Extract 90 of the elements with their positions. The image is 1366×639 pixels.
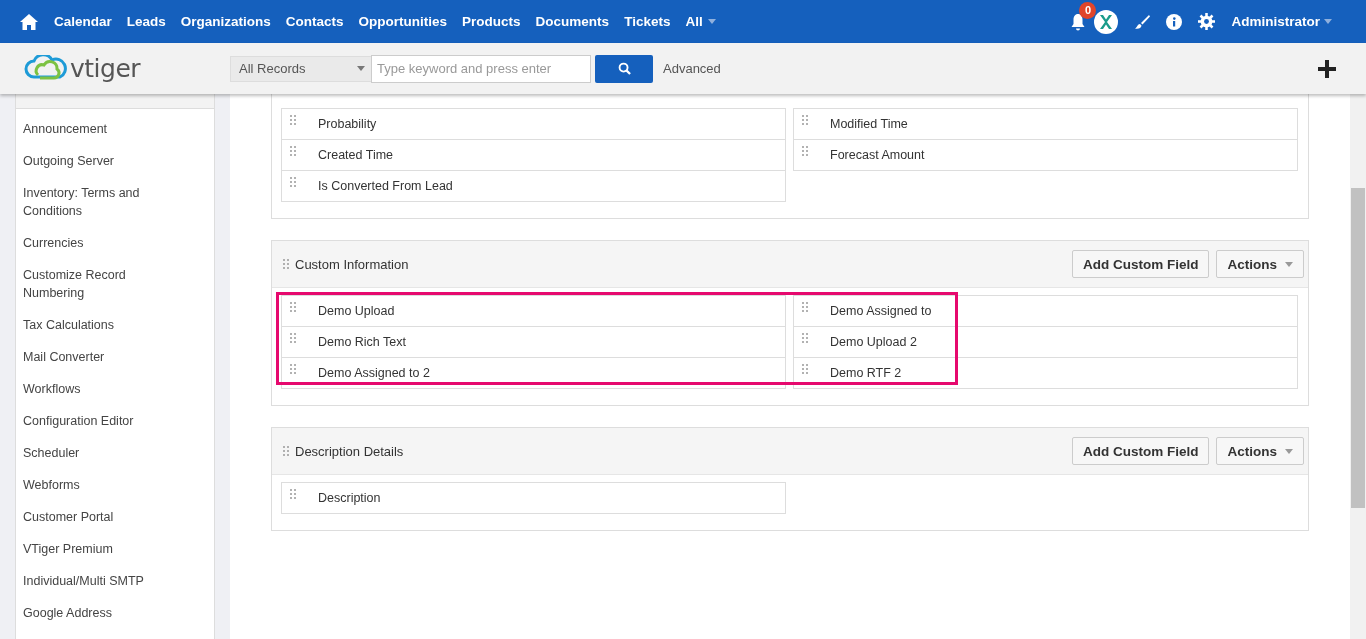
caret-icon xyxy=(357,66,365,71)
field-label: Demo Upload xyxy=(318,304,395,318)
field-row[interactable]: Demo Upload 2 xyxy=(793,326,1298,358)
sidebar-item[interactable]: Workflows xyxy=(16,380,214,398)
drag-handle-icon[interactable] xyxy=(290,364,296,374)
field-label: Demo Upload 2 xyxy=(830,335,917,349)
nav-link[interactable]: All xyxy=(685,14,703,29)
drag-handle-icon[interactable] xyxy=(802,333,808,343)
nav-link[interactable]: Products xyxy=(462,14,521,29)
sidebar-item[interactable]: Google Address xyxy=(16,604,214,622)
caret-icon xyxy=(707,19,716,24)
brush-icon[interactable] xyxy=(1134,13,1151,30)
field-row[interactable]: Demo RTF 2 xyxy=(793,357,1298,389)
bell-icon[interactable] xyxy=(1070,12,1087,31)
nav-link[interactable]: Organizations xyxy=(180,14,271,29)
nav-link[interactable]: Documents xyxy=(535,14,610,29)
nav-link[interactable]: Opportunities xyxy=(358,14,448,29)
notification-badge: 0 xyxy=(1079,1,1097,19)
field-row[interactable]: Created Time xyxy=(281,139,786,171)
field-label: Description xyxy=(318,491,381,505)
field-label: Is Converted From Lead xyxy=(318,179,453,193)
caret-icon xyxy=(1285,261,1293,267)
drag-handle-icon[interactable] xyxy=(290,302,296,312)
sidebar-item[interactable]: Configuration Editor xyxy=(16,412,214,430)
field-row[interactable]: Description xyxy=(281,482,786,514)
drag-handle-icon[interactable] xyxy=(802,115,808,125)
sidebar-item[interactable]: Customize Record Numbering xyxy=(16,266,214,302)
field-label: Forecast Amount xyxy=(830,148,925,162)
field-row[interactable]: Probability xyxy=(281,108,786,140)
settings-icon[interactable] xyxy=(1198,13,1216,30)
sidebar-item[interactable]: Customer Portal xyxy=(16,508,214,526)
plus-icon[interactable] xyxy=(1318,59,1336,78)
home-icon[interactable] xyxy=(20,13,38,30)
drag-handle-icon[interactable] xyxy=(283,259,289,269)
advanced-search-link[interactable]: Advanced xyxy=(663,61,721,76)
logo-text: vtiger xyxy=(70,54,141,83)
field-label: Probability xyxy=(318,117,377,131)
field-label: Modified Time xyxy=(830,117,908,131)
scrollbar-thumb[interactable] xyxy=(1351,188,1365,508)
drag-handle-icon[interactable] xyxy=(802,302,808,312)
filter-dropdown[interactable]: All Records xyxy=(230,55,372,82)
drag-handle-icon[interactable] xyxy=(290,146,296,156)
sidebar-item[interactable]: Announcement xyxy=(16,120,214,138)
block-title: Description Details xyxy=(295,443,404,459)
field-row[interactable]: Demo Assigned to 2 xyxy=(281,357,786,389)
drag-handle-icon[interactable] xyxy=(290,177,296,187)
drag-handle-icon[interactable] xyxy=(290,115,296,125)
drag-handle-icon[interactable] xyxy=(290,333,296,343)
sidebar-item[interactable]: Outgoing Server xyxy=(16,152,214,170)
search-field[interactable]: Type keyword and press enter xyxy=(371,54,591,83)
sidebar-item[interactable]: Mail Converter xyxy=(16,348,214,366)
field-label: Demo Rich Text xyxy=(318,335,406,349)
search-icon xyxy=(617,62,631,75)
add-field-button[interactable]: Add Custom Field xyxy=(1072,250,1210,278)
block-title: Custom Information xyxy=(295,256,409,272)
nav-link[interactable]: Contacts xyxy=(285,14,344,29)
sidebar-item[interactable]: VTiger Premium xyxy=(16,540,214,558)
field-label: Demo Assigned to xyxy=(830,304,932,318)
drag-handle-icon[interactable] xyxy=(802,146,808,156)
sidebar-item[interactable]: Inventory: Terms and Conditions xyxy=(16,184,214,220)
search-button[interactable] xyxy=(595,54,653,83)
caret-icon xyxy=(1285,448,1293,454)
field-row[interactable]: Demo Upload xyxy=(281,295,786,327)
actions-button[interactable]: Actions xyxy=(1216,250,1304,278)
x-logo-icon[interactable] xyxy=(1094,9,1119,34)
nav-link[interactable]: Tickets xyxy=(624,14,671,29)
sidebar-item[interactable]: Webforms xyxy=(16,476,214,494)
field-label: Created Time xyxy=(318,148,394,162)
cloud-logo-icon xyxy=(24,54,68,83)
sidebar-item[interactable]: Scheduler xyxy=(16,444,214,462)
drag-handle-icon[interactable] xyxy=(802,364,808,374)
field-row[interactable]: Demo Rich Text xyxy=(281,326,786,358)
nav-link[interactable]: Calendar xyxy=(54,14,112,29)
drag-handle-icon[interactable] xyxy=(283,446,289,456)
field-row[interactable]: Demo Assigned to xyxy=(793,295,1298,327)
add-field-button[interactable]: Add Custom Field xyxy=(1072,437,1210,465)
field-row[interactable]: Is Converted From Lead xyxy=(281,170,786,202)
field-row[interactable]: Forecast Amount xyxy=(793,139,1298,171)
info-icon[interactable] xyxy=(1166,13,1183,30)
sidebar-item[interactable]: Tax Calculations xyxy=(16,316,214,334)
field-label: Demo Assigned to 2 xyxy=(318,366,430,380)
field-row[interactable]: Modified Time xyxy=(793,108,1298,140)
field-label: Demo RTF 2 xyxy=(830,366,902,380)
actions-button[interactable]: Actions xyxy=(1216,437,1304,465)
drag-handle-icon[interactable] xyxy=(290,489,296,499)
caret-icon xyxy=(1324,19,1332,24)
user-menu[interactable]: Administrator xyxy=(1231,14,1320,29)
nav-link[interactable]: Leads xyxy=(126,14,166,29)
sidebar-item[interactable]: Currencies xyxy=(16,234,214,252)
sidebar-item[interactable]: Individual/Multi SMTP xyxy=(16,572,214,590)
